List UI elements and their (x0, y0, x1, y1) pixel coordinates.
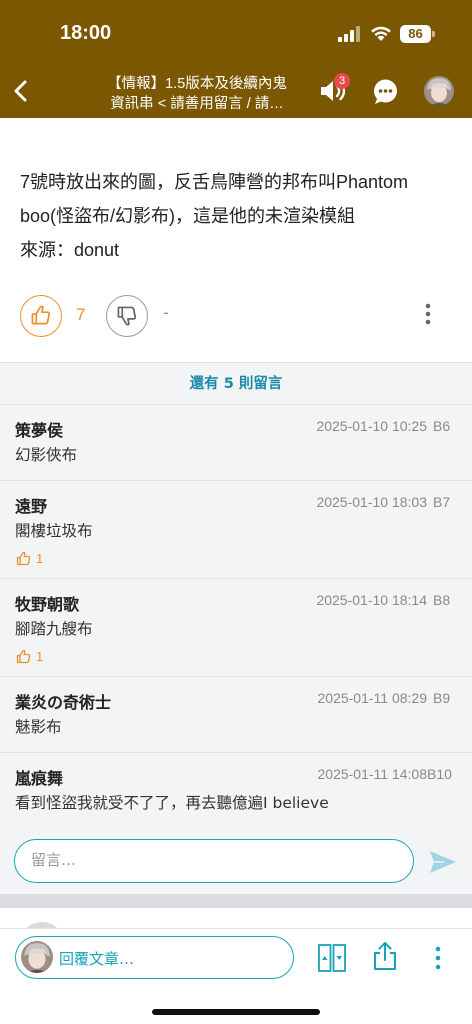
wifi-icon (371, 26, 391, 41)
reply-avatar (21, 941, 53, 973)
more-vertical-icon[interactable] (422, 302, 434, 326)
comment-time: 2025-01-11 14:08 (317, 766, 428, 782)
thread-title-line1: 【情報】1.5版本及後續內鬼 (107, 76, 287, 92)
signal-icon (338, 26, 360, 42)
section-divider (0, 894, 472, 908)
comment-floor: B6 (433, 418, 451, 434)
comment-item: 牧野朝歌 2025-01-10 18:14 B8 腳踏九艘布 1 (0, 579, 472, 677)
comment-like-count: 1 (36, 648, 44, 664)
post-line: boo(怪盜布/幻影布)，這是他的未渲染模組 (20, 206, 356, 226)
comment-time: 2025-01-11 08:29 (317, 690, 428, 706)
comment-time: 2025-01-10 18:14 (316, 592, 427, 608)
comment-item: 嵐痕舞 2025-01-11 14:08 B10 看到怪盜我就受不了了，再去聽億… (0, 753, 472, 831)
reply-input[interactable]: 回覆文章… (15, 936, 294, 979)
post-content: 7號時放出來的圖，反舌鳥陣營的邦布叫Phantom boo(怪盜布/幻影布)，這… (20, 165, 460, 267)
comment-input-row: 留言… (0, 830, 472, 894)
comment-floor: B8 (433, 592, 451, 608)
thumbs-up-icon (16, 649, 31, 663)
comment-like-button[interactable]: 1 (16, 549, 43, 567)
comment-text: 魅影布 (15, 718, 62, 736)
comment-input[interactable]: 留言… (14, 839, 414, 883)
comment-item: 遠野 2025-01-10 18:03 B7 閣樓垃圾布 1 (0, 481, 472, 579)
battery-tip (432, 31, 435, 37)
comment-floor: B10 (427, 766, 452, 782)
bottom-bar: 回覆文章… (0, 928, 472, 1024)
comment-author[interactable]: 業炎の奇術士 (15, 689, 111, 713)
like-button[interactable] (20, 295, 62, 337)
reply-placeholder: 回覆文章… (59, 950, 135, 968)
comment-text: 幻影俠布 (15, 446, 78, 464)
comment-item: 策夢侯 2025-01-10 10:25 B6 幻影俠布 (0, 405, 472, 481)
battery-indicator: 86 (400, 25, 431, 43)
status-time: 18:00 (60, 22, 112, 44)
user-avatar[interactable] (424, 76, 454, 106)
comment-text: 看到怪盜我就受不了了，再去聽億遍I believe (15, 794, 329, 812)
comment-like-button[interactable]: 1 (16, 647, 43, 665)
thumbs-up-icon (31, 305, 51, 325)
chat-icon[interactable] (372, 78, 399, 105)
comment-time: 2025-01-10 10:25 (316, 418, 427, 434)
comment-text: 閣樓垃圾布 (15, 522, 93, 540)
comment-item: 業炎の奇術士 2025-01-11 08:29 B9 魅影布 (0, 677, 472, 753)
more-vertical-icon[interactable] (432, 945, 444, 971)
home-indicator (152, 1009, 320, 1015)
comment-author[interactable]: 策夢侯 (15, 417, 63, 441)
thread-title[interactable]: 【情報】1.5版本及後續內鬼 資訊串 < 請善用留言 / 請… (92, 74, 302, 114)
comment-author[interactable]: 牧野朝歌 (15, 591, 79, 615)
comment-floor: B7 (433, 494, 451, 510)
comment-author[interactable]: 遠野 (15, 493, 47, 517)
thumbs-up-icon (16, 551, 31, 565)
post-line: 來源：donut (20, 240, 120, 260)
show-more-comments-link[interactable]: 還有 5 則留言 (0, 363, 472, 405)
back-button[interactable] (6, 74, 36, 108)
comment-floor: B9 (433, 690, 451, 706)
comment-author[interactable]: 嵐痕舞 (15, 765, 63, 789)
dislike-button[interactable] (106, 295, 148, 337)
thumbs-down-icon (117, 306, 137, 326)
send-icon[interactable] (428, 849, 458, 875)
comment-like-count: 1 (36, 550, 44, 566)
top-bar: 18:00 86 【情報】1.5版本及後續內鬼 資訊串 < 請善用留言 / 請…… (0, 0, 472, 118)
comment-text: 腳踏九艘布 (15, 620, 93, 638)
notification-badge: 3 (334, 73, 350, 89)
thread-title-line2: 資訊串 < 請善用留言 / 請… (110, 96, 284, 112)
dislike-count: - (163, 303, 169, 322)
floor-jump-icon[interactable] (318, 944, 346, 972)
share-icon[interactable] (371, 941, 399, 971)
post-line: 7號時放出來的圖，反舌鳥陣營的邦布叫Phantom (20, 172, 409, 192)
comments-section: 還有 5 則留言 策夢侯 2025-01-10 10:25 B6 幻影俠布 遠野… (0, 362, 472, 894)
like-count: 7 (76, 305, 86, 324)
comment-time: 2025-01-10 18:03 (316, 494, 427, 510)
